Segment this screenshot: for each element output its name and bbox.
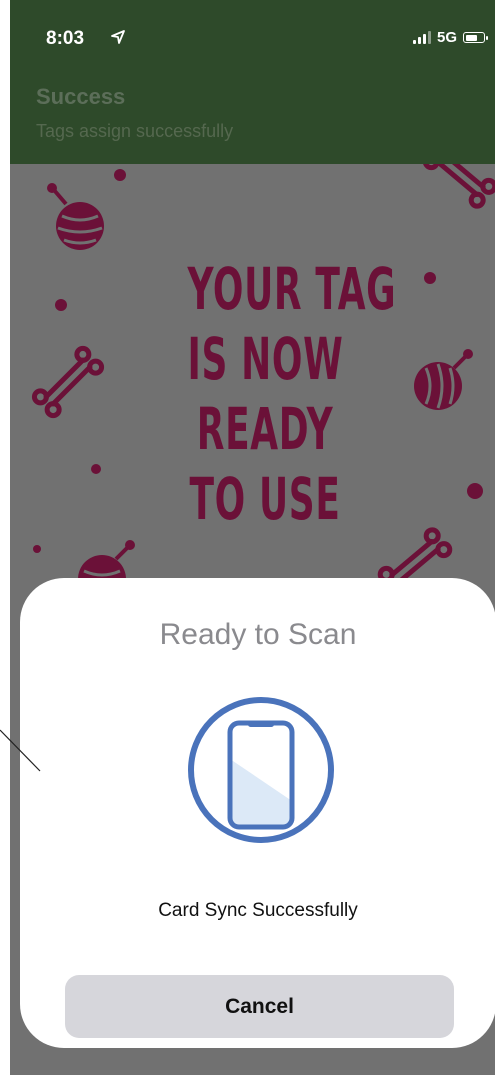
annotation-line: [0, 729, 41, 772]
scan-status-message: Card Sync Successfully: [158, 900, 358, 921]
bone-icon: [422, 164, 495, 209]
page-subtitle: Tags assign successfully: [36, 121, 234, 141]
dot: [55, 299, 67, 311]
battery-icon: [463, 32, 488, 43]
app-screen: 8:03 5G Success Tags assign successfully: [10, 0, 495, 1075]
headline-line: YOUR TAG: [187, 255, 397, 323]
headline-line: TO USE: [189, 465, 341, 533]
dot: [33, 545, 41, 553]
poster-headline: YOUR TAG IS NOW READY TO USE: [187, 254, 397, 534]
dot: [91, 464, 101, 474]
phone-scan-icon: [188, 697, 334, 843]
network-label: 5G: [436, 29, 457, 46]
location-arrow-icon: [111, 30, 125, 44]
header-bar: 8:03 5G Success Tags assign successfully: [10, 0, 495, 164]
yarn-ball-icon: [47, 183, 104, 250]
success-poster: YOUR TAG IS NOW READY TO USE: [10, 164, 495, 624]
bone-icon: [31, 345, 105, 419]
cancel-button[interactable]: Cancel: [65, 975, 454, 1038]
signal-bars-icon: [412, 31, 431, 44]
scan-sheet: Ready to Scan Card Sync Successfully Can…: [20, 578, 495, 1048]
page-title: Success: [36, 84, 126, 109]
dot: [467, 483, 483, 499]
headline-line: READY: [196, 395, 334, 463]
headline-line: IS NOW: [187, 325, 344, 393]
scan-sheet-title: Ready to Scan: [159, 618, 357, 651]
yarn-ball-icon: [414, 349, 473, 410]
dot: [114, 169, 126, 181]
status-indicators: 5G: [412, 29, 488, 46]
status-time: 8:03: [46, 28, 85, 49]
dot: [424, 272, 436, 284]
